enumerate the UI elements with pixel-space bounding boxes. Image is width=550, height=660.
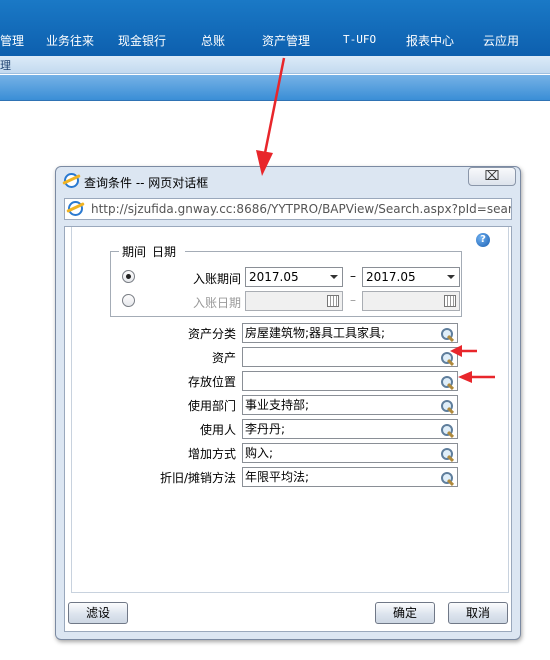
arrow-to-location-field xyxy=(458,371,495,383)
annotation-arrows xyxy=(256,57,495,383)
arrow-to-asset-field xyxy=(450,345,477,357)
arrow-to-dialog xyxy=(256,57,286,176)
